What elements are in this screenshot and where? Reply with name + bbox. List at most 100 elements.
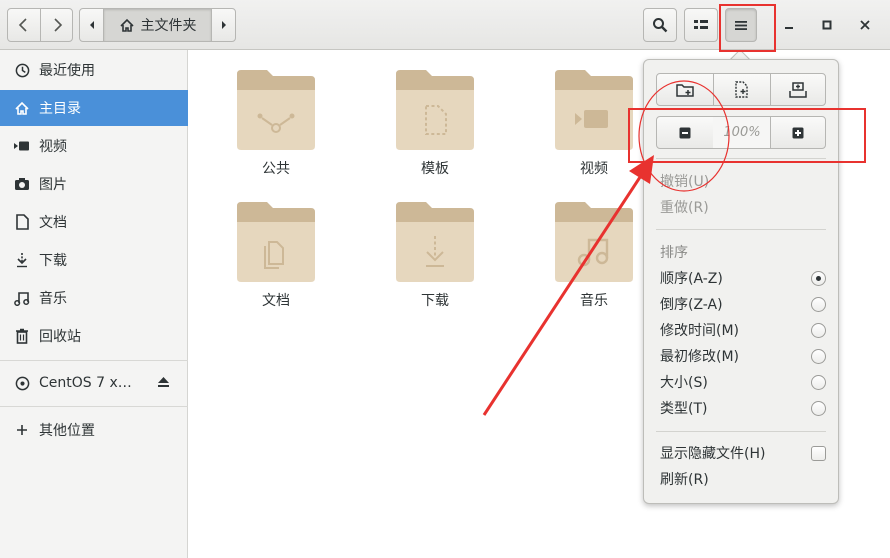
new-folder-button[interactable] [656, 73, 714, 106]
music-icon [14, 290, 30, 306]
sidebar-device-label: CentOS 7 x… [39, 375, 132, 391]
close-icon [860, 20, 870, 30]
sort-option-modified[interactable]: 修改时间(M) [660, 317, 826, 343]
folder-name: 音乐 [580, 293, 608, 309]
music-icon [555, 202, 633, 282]
sidebar-item-music[interactable]: 音乐 [0, 280, 188, 316]
triangle-left-icon [89, 21, 94, 29]
eject-icon[interactable] [157, 376, 170, 392]
document-icon [14, 214, 30, 230]
radio[interactable] [811, 400, 826, 416]
sidebar-item-device[interactable]: CentOS 7 x… [0, 365, 188, 401]
chevron-left-icon [18, 18, 27, 32]
folder-item[interactable]: 模板 [385, 68, 485, 188]
folder-name: 下载 [421, 293, 449, 309]
refresh-menu-item[interactable]: 刷新(R) [660, 466, 826, 492]
radio[interactable] [811, 374, 826, 390]
path-crumb-home[interactable]: 主文件夹 [103, 8, 212, 42]
video-icon [555, 70, 633, 150]
redo-menu-item[interactable]: 重做(R) [660, 194, 826, 220]
sidebar-item-label: 下载 [39, 253, 67, 269]
folder-item[interactable]: 文档 [226, 200, 326, 320]
new-document-button[interactable] [713, 73, 771, 106]
sidebar-item-home[interactable]: 主目录 [0, 90, 188, 126]
folder-name: 公共 [262, 161, 290, 177]
undo-menu-item[interactable]: 撤销(U) [660, 168, 826, 194]
sidebar-item-pictures[interactable]: 图片 [0, 166, 188, 202]
clock-icon [14, 62, 30, 78]
search-icon [653, 18, 668, 33]
plus-icon [14, 422, 30, 438]
sort-option-label: 最初修改(M) [660, 349, 740, 365]
folder-item[interactable]: 音乐 [544, 200, 644, 320]
refresh-label: 刷新(R) [660, 472, 709, 488]
disc-icon [14, 375, 30, 391]
minimize-button[interactable] [774, 10, 804, 40]
sort-option-za[interactable]: 倒序(Z-A) [660, 291, 826, 317]
sidebar-item-other-locations[interactable]: 其他位置 [0, 412, 188, 448]
sidebar-item-trash[interactable]: 回收站 [0, 318, 188, 354]
redo-label: 重做(R) [660, 200, 709, 216]
show-hidden-menu-item[interactable]: 显示隐藏文件(H) [660, 440, 826, 466]
sidebar-item-label: 音乐 [39, 291, 67, 307]
undo-label: 撤销(U) [660, 174, 710, 190]
triangle-right-icon [221, 21, 226, 29]
menu-divider [656, 229, 826, 230]
sidebar-item-label: 主目录 [39, 101, 81, 117]
list-view-icon [694, 20, 708, 29]
sidebar-item-downloads[interactable]: 下载 [0, 242, 188, 278]
sort-option-size[interactable]: 大小(S) [660, 369, 826, 395]
sidebar-item-label: 最近使用 [39, 63, 95, 79]
sidebar-item-videos[interactable]: 视频 [0, 128, 188, 164]
home-icon [119, 18, 134, 32]
sidebar-divider [0, 406, 188, 407]
folder-name: 视频 [580, 161, 608, 177]
current-folder-label: 主文件夹 [140, 18, 197, 34]
sort-option-first-modified[interactable]: 最初修改(M) [660, 343, 826, 369]
radio[interactable] [811, 322, 826, 338]
folder-name: 文档 [262, 293, 290, 309]
new-folder-icon [676, 83, 694, 97]
sort-option-label: 大小(S) [660, 375, 708, 391]
back-button[interactable] [7, 8, 41, 42]
show-hidden-label: 显示隐藏文件(H) [660, 446, 766, 462]
maximize-button[interactable] [812, 10, 842, 40]
maximize-icon [822, 20, 832, 30]
path-prev-button[interactable] [79, 8, 104, 42]
share-icon [237, 70, 315, 150]
sort-option-type[interactable]: 类型(T) [660, 395, 826, 421]
new-document-icon [735, 81, 748, 98]
camera-icon [14, 176, 30, 192]
radio[interactable] [811, 296, 826, 312]
folder-item[interactable]: 下载 [385, 200, 485, 320]
folder-item[interactable]: 公共 [226, 68, 326, 188]
radio[interactable] [811, 348, 826, 364]
annotation-box-menu-button [719, 4, 776, 52]
sidebar-item-label: 文档 [39, 215, 67, 231]
sidebar-item-documents[interactable]: 文档 [0, 204, 188, 240]
document-icon [237, 202, 315, 282]
sidebar-divider [0, 360, 188, 361]
show-hidden-checkbox[interactable] [811, 445, 826, 461]
minimize-icon [785, 27, 793, 29]
download-icon [396, 202, 474, 282]
path-next-button[interactable] [211, 8, 236, 42]
sort-option-label: 倒序(Z-A) [660, 297, 723, 313]
forward-button[interactable] [40, 8, 73, 42]
sidebar-item-label: 视频 [39, 139, 67, 155]
sort-option-label: 修改时间(M) [660, 323, 740, 339]
bookmark-button[interactable] [770, 73, 826, 106]
sidebar-item-label: 回收站 [39, 329, 81, 345]
radio-selected[interactable] [811, 270, 826, 286]
view-toggle-button[interactable] [684, 8, 718, 42]
sidebar-item-label: 其他位置 [39, 423, 95, 439]
template-icon [396, 70, 474, 150]
bookmark-icon [789, 81, 807, 98]
download-icon [14, 252, 30, 268]
search-button[interactable] [643, 8, 677, 42]
trash-icon [14, 328, 30, 344]
video-icon [14, 138, 30, 154]
sidebar-item-recent[interactable]: 最近使用 [0, 52, 188, 88]
close-window-button[interactable] [850, 10, 880, 40]
sort-option-az[interactable]: 顺序(A-Z) [660, 265, 826, 291]
